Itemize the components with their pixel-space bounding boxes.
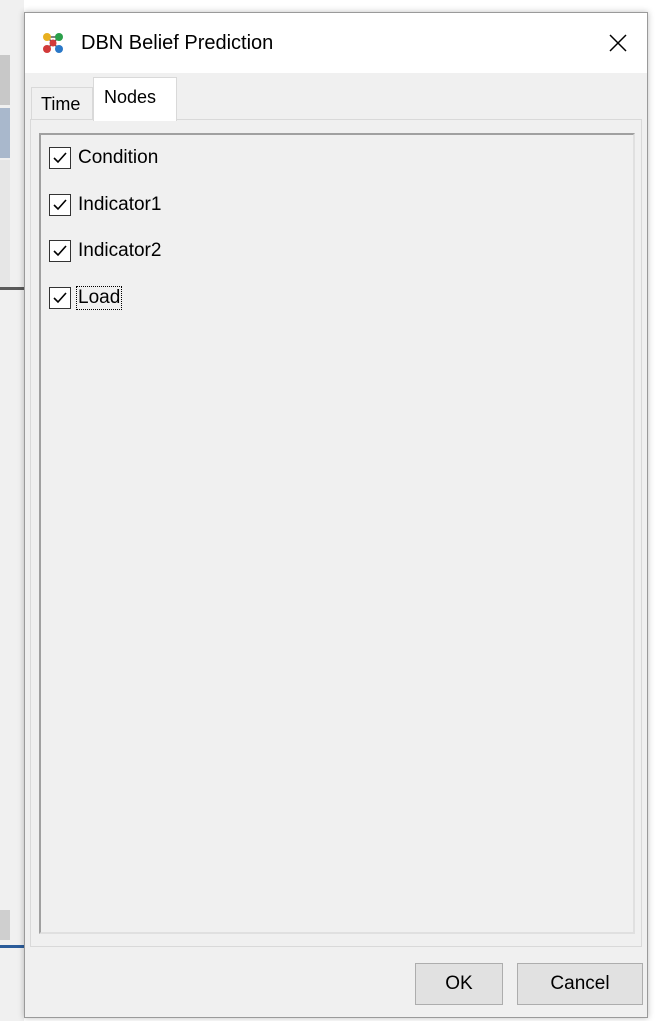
background-divider	[0, 945, 24, 948]
checkbox[interactable]	[49, 194, 71, 216]
node-label: Load	[75, 286, 123, 310]
node-item-indicator2[interactable]: Indicator2	[49, 236, 162, 266]
window-title: DBN Belief Prediction	[81, 32, 274, 54]
dbn-belief-prediction-dialog: DBN Belief Prediction Time Nodes Conditi…	[24, 12, 648, 1018]
checkbox[interactable]	[49, 287, 71, 309]
checkbox[interactable]	[49, 240, 71, 262]
background-application	[0, 0, 24, 1021]
close-button[interactable]	[589, 13, 647, 73]
background-panel	[0, 55, 10, 105]
node-checklist[interactable]: Condition Indicator1 Indicator2 Load	[39, 133, 635, 934]
background-panel	[0, 910, 10, 940]
background-panel	[0, 108, 10, 158]
node-item-load[interactable]: Load	[49, 283, 123, 313]
node-item-condition[interactable]: Condition	[49, 143, 159, 173]
tab-time[interactable]: Time	[31, 87, 93, 121]
checkmark-icon	[53, 152, 67, 164]
background-divider	[0, 287, 24, 290]
checkmark-icon	[53, 292, 67, 304]
node-label: Condition	[78, 147, 159, 168]
checkbox[interactable]	[49, 147, 71, 169]
close-icon	[609, 34, 627, 52]
tab-strip: Time Nodes	[27, 73, 647, 121]
cancel-button[interactable]: Cancel	[517, 963, 643, 1005]
node-label: Indicator1	[78, 194, 162, 215]
title-bar[interactable]: DBN Belief Prediction	[25, 13, 647, 73]
node-label: Indicator2	[78, 240, 162, 261]
checkmark-icon	[53, 199, 67, 211]
network-graph-icon	[41, 31, 65, 55]
background-panel	[0, 160, 10, 288]
nodes-tab-panel: Condition Indicator1 Indicator2 Load	[30, 119, 642, 947]
tab-nodes[interactable]: Nodes	[93, 77, 177, 121]
ok-button[interactable]: OK	[415, 963, 503, 1005]
checkmark-icon	[53, 245, 67, 257]
node-item-indicator1[interactable]: Indicator1	[49, 190, 162, 220]
